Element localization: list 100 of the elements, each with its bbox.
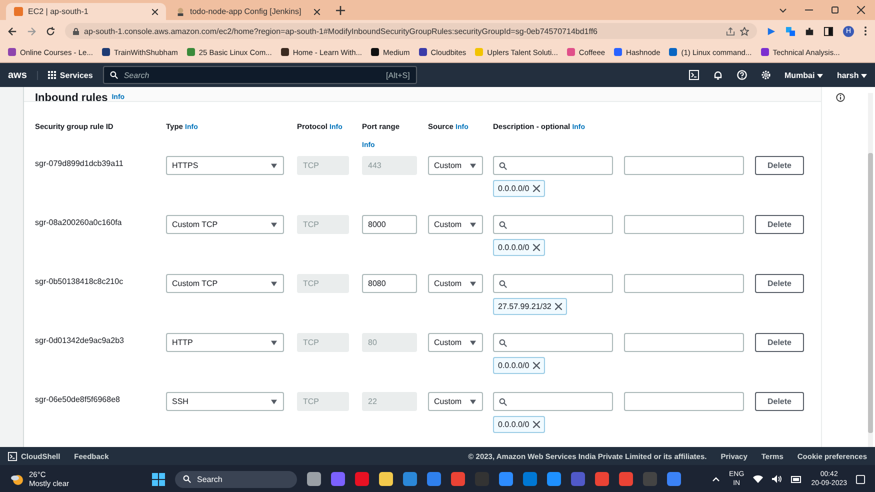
share-icon[interactable] (726, 26, 735, 36)
chevron-up-icon[interactable] (712, 476, 720, 482)
taskbar-app-icon[interactable] (667, 472, 681, 486)
description-field[interactable] (624, 333, 744, 352)
rule-id: sgr-08a200260a0c160fa (35, 217, 123, 227)
notification-icon[interactable] (856, 474, 865, 484)
terminal-icon[interactable] (688, 70, 698, 80)
description-field[interactable] (624, 274, 744, 293)
description-field[interactable] (624, 215, 744, 234)
browser-tab[interactable]: todo-node-app Config [Jenkins] (168, 3, 328, 20)
search-icon (183, 475, 191, 483)
services-menu[interactable]: Services (36, 70, 93, 80)
search-field[interactable]: Search [Alt+S] (102, 66, 417, 84)
delete-button[interactable]: Delete (755, 274, 804, 293)
scrollbar-thumb[interactable] (868, 153, 873, 433)
terminal-icon (8, 452, 17, 460)
taskbar-app-icon[interactable] (547, 472, 561, 486)
star-icon[interactable] (740, 26, 749, 36)
person-icon (176, 7, 185, 16)
battery-icon[interactable] (791, 476, 802, 482)
help-icon[interactable] (736, 70, 746, 80)
cidr-search-field[interactable] (493, 215, 613, 234)
more-icon[interactable] (864, 26, 867, 36)
restore-icon[interactable] (831, 6, 839, 14)
caret-icon (469, 280, 477, 286)
cidr-token: 0.0.0.0/0 (493, 180, 546, 197)
taskbar-search[interactable]: Search (175, 470, 297, 488)
caret-icon (469, 162, 477, 168)
cidr-token: 0.0.0.0/0 (493, 357, 546, 374)
windows-start-icon[interactable] (152, 472, 165, 486)
taskbar-app-icon[interactable] (307, 472, 321, 486)
description-field[interactable] (624, 156, 744, 175)
source-dropdown[interactable]: Custom (428, 274, 483, 293)
delete-button[interactable]: Delete (755, 215, 804, 234)
cidr-search-field[interactable] (493, 333, 613, 352)
search-icon (499, 280, 507, 288)
bell-icon[interactable] (712, 70, 722, 80)
search-icon (499, 162, 507, 170)
address-bar[interactable]: ap-south-1.console.aws.amazon.com/ec2/home?region=ap-south-1#ModifyInboundSecurityGroupRules:securityGroupId=sg-0eb74570714bd1ff6 (65, 23, 757, 39)
search-icon (499, 220, 507, 228)
taskbar-app-icon[interactable] (403, 472, 417, 486)
grid-icon (48, 71, 56, 79)
rule-id: sgr-079d899d1dcb39a11 (35, 158, 124, 168)
speaker-icon[interactable] (772, 475, 782, 483)
close-icon[interactable] (857, 6, 865, 14)
cube-icon (14, 7, 23, 16)
delete-button[interactable]: Delete (755, 392, 804, 411)
delete-button[interactable]: Delete (755, 333, 804, 352)
rule-id: sgr-0b50138418c8c210c (35, 276, 124, 286)
info-icon[interactable] (836, 93, 845, 102)
source-dropdown[interactable]: Custom (428, 392, 483, 411)
rule-id: sgr-0d01342de9ac9a2b3 (35, 335, 125, 345)
port-field[interactable]: 8000 (362, 215, 417, 234)
close-icon[interactable] (152, 8, 158, 14)
section-title: Inbound rules (35, 92, 108, 101)
region-menu[interactable]: Mumbai (784, 70, 823, 80)
remove-icon[interactable] (555, 303, 562, 310)
taskbar-app-icon[interactable] (427, 472, 441, 486)
cidr-token: 27.57.99.21/32 (493, 298, 568, 315)
remove-icon[interactable] (533, 362, 540, 369)
back-icon[interactable] (8, 26, 17, 36)
wifi-icon[interactable] (753, 475, 764, 483)
remove-icon[interactable] (533, 185, 540, 192)
moon-cloud-icon (10, 472, 24, 486)
delete-button[interactable]: Delete (755, 156, 804, 175)
description-field[interactable] (624, 392, 744, 411)
taskbar-app-icon[interactable] (379, 472, 393, 486)
cidr-token: 0.0.0.0/0 (493, 239, 546, 256)
caret-icon (816, 74, 823, 78)
type-dropdown[interactable]: HTTP (166, 333, 284, 352)
type-dropdown[interactable]: HTTPS (166, 156, 284, 175)
type-dropdown[interactable]: Custom TCP (166, 274, 284, 293)
reload-icon[interactable] (46, 26, 55, 36)
search-icon (499, 338, 507, 346)
source-dropdown[interactable]: Custom (428, 333, 483, 352)
close-icon[interactable] (314, 8, 320, 14)
caret-icon (469, 398, 477, 404)
chevron-down-icon[interactable] (779, 6, 787, 14)
user-menu[interactable]: harsh (836, 70, 867, 80)
cidr-search-field[interactable] (493, 274, 613, 293)
remove-icon[interactable] (533, 244, 540, 251)
search-placeholder: Search (124, 70, 150, 80)
cidr-search-field[interactable] (493, 392, 613, 411)
aws-logo[interactable]: aws (8, 70, 27, 80)
type-dropdown[interactable]: Custom TCP (166, 215, 284, 234)
caret-icon (270, 162, 278, 168)
caret-icon (469, 340, 477, 346)
port-field[interactable]: 8080 (362, 274, 417, 293)
source-dropdown[interactable]: Custom (428, 215, 483, 234)
new-tab-icon[interactable] (336, 6, 345, 14)
sidebar-icon[interactable] (824, 26, 833, 36)
type-dropdown[interactable]: SSH (166, 392, 284, 411)
source-dropdown[interactable]: Custom (428, 156, 483, 175)
browser-tab[interactable]: EC2 | ap-south-1 (6, 3, 166, 20)
play-icon[interactable] (767, 26, 776, 36)
remove-icon[interactable] (533, 421, 540, 428)
settings-icon[interactable] (760, 70, 770, 80)
taskbar-app-icon[interactable] (499, 472, 513, 486)
caret-icon (270, 398, 278, 404)
cidr-search-field[interactable] (493, 156, 613, 175)
